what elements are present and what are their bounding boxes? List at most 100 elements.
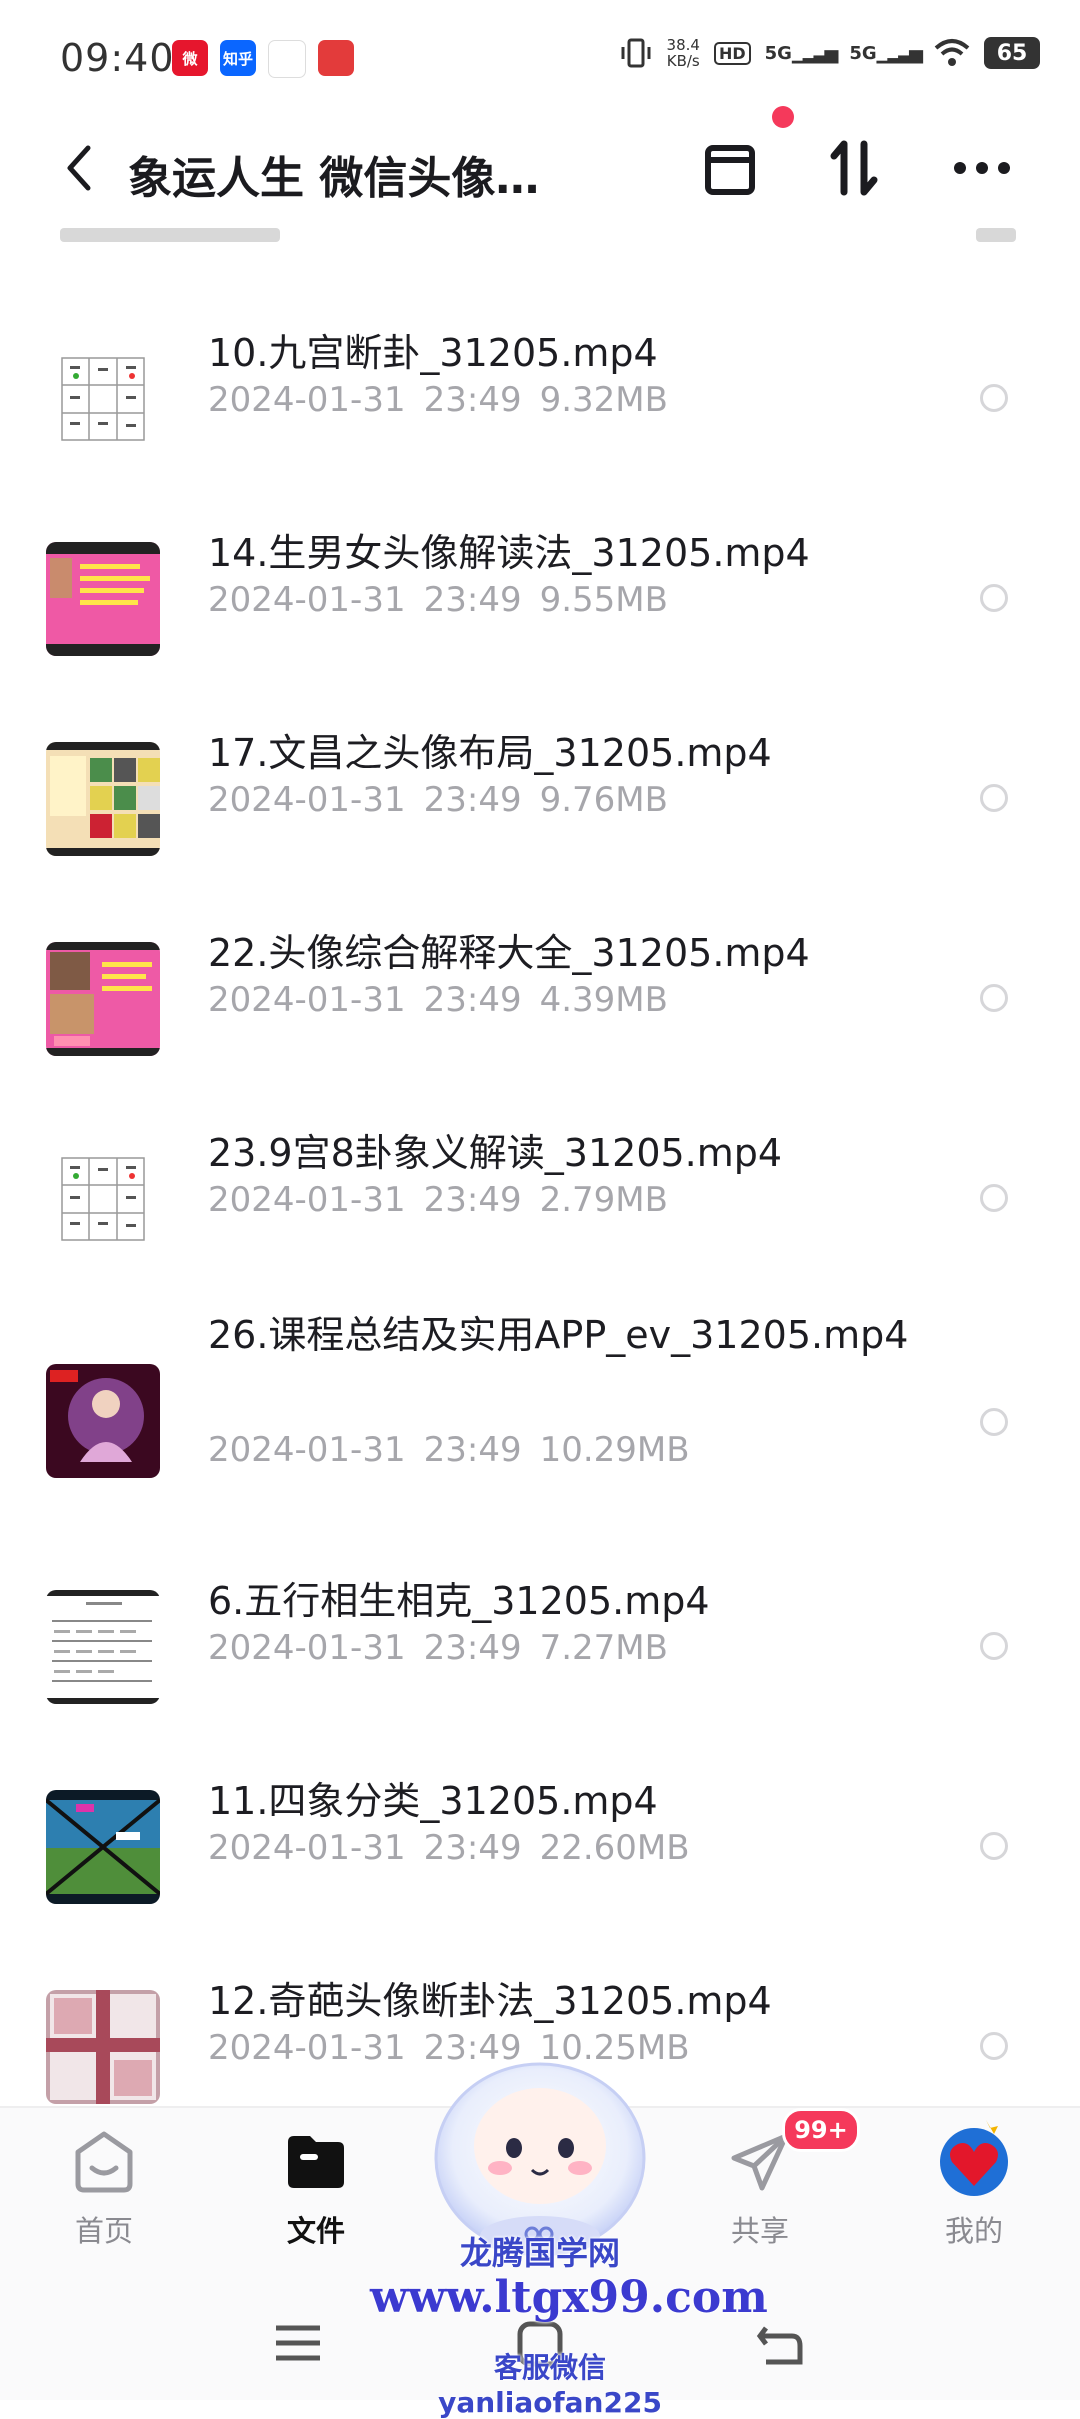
file-time: 23:49 — [423, 1430, 522, 1470]
notification-dot — [772, 106, 794, 128]
nav-profile[interactable]: 我的 — [894, 2108, 1054, 2288]
archive-icon[interactable] — [694, 132, 766, 204]
signal-5g-2-icon: 5G▁▂▃▅ — [849, 42, 923, 64]
file-date: 2024-01-31 — [208, 980, 406, 1020]
signal-5g-1-label: 5G — [764, 42, 792, 64]
file-date: 2024-01-31 — [208, 580, 406, 620]
watermark-url: www.ltgx99.com — [370, 2272, 768, 2323]
zhihu-icon: 知乎 — [220, 40, 256, 76]
back-icon[interactable] — [50, 138, 110, 198]
nav-files[interactable]: 文件 — [236, 2108, 396, 2288]
status-time: 09:40 — [60, 36, 175, 80]
file-date: 2024-01-31 — [208, 1430, 406, 1470]
video-thumbnail — [46, 542, 160, 656]
network-speed-value: 38.4 — [666, 36, 700, 54]
list-item[interactable]: 23.9宫8卦象义解读_31205.mp4 2024-01-31 23:49 2.79… — [0, 1100, 1080, 1300]
list-item[interactable]: 14.生男女头像解读法_31205.mp4 2024-01-31 23:49 9.55… — [0, 500, 1080, 700]
profile-icon — [940, 2120, 1008, 2196]
more-icon[interactable] — [946, 132, 1018, 204]
file-meta: 2024-01-31 23:49 7.27MB — [208, 1628, 668, 1668]
file-size: 9.76MB — [539, 780, 668, 820]
signal-5g-1-icon: 5G▁▂▃▅ — [764, 42, 839, 64]
back-button-icon[interactable] — [752, 2316, 808, 2370]
file-size: 9.55MB — [539, 580, 668, 620]
list-item[interactable]: 11.四象分类_31205.mp4 2024-01-31 23:49 22.60MB — [0, 1748, 1080, 1948]
file-name: 26.课程总结及实用APP_ev_31205.mp4 — [208, 1313, 909, 1357]
system-icons: 38.4 KB/s HD 5G▁▂▃▅ 5G▁▂▃▅ 65 — [619, 36, 1040, 70]
mascot-watermark — [434, 2062, 646, 2256]
list-item[interactable]: 26.课程总结及实用APP_ev_31205.mp4 2024-01-31 23:4… — [0, 1300, 1080, 1548]
file-time: 23:49 — [423, 1180, 522, 1220]
video-thumbnail — [46, 1590, 160, 1704]
nav-files-label: 文件 — [286, 2214, 345, 2248]
select-radio[interactable] — [980, 1632, 1008, 1660]
file-date: 2024-01-31 — [208, 780, 406, 820]
file-name: 23.9宫8卦象义解读_31205.mp4 — [208, 1131, 783, 1175]
video-thumbnail — [46, 342, 160, 456]
file-time: 23:49 — [423, 380, 522, 420]
hd-icon: HD — [713, 41, 751, 65]
file-time: 23:49 — [423, 1628, 522, 1668]
folder-icon — [288, 2136, 344, 2188]
file-date: 2024-01-31 — [208, 1628, 406, 1668]
file-time: 23:49 — [423, 780, 522, 820]
video-thumbnail — [46, 1142, 160, 1256]
select-radio[interactable] — [980, 1184, 1008, 1212]
file-date: 2024-01-31 — [208, 1180, 406, 1220]
nav-home-label: 首页 — [74, 2214, 133, 2248]
file-name: 12.奇葩头像断卦法_31205.mp4 — [208, 1979, 772, 2023]
list-item[interactable]: 6.五行相生相克_31205.mp4 2024-01-31 23:49 7.27MB — [0, 1548, 1080, 1748]
video-thumbnail — [46, 1990, 160, 2104]
file-time: 23:49 — [423, 580, 522, 620]
file-size: 7.27MB — [539, 1628, 668, 1668]
cut-off-row — [60, 228, 280, 242]
file-time: 23:49 — [423, 980, 522, 1020]
recent-apps-icon[interactable] — [270, 2318, 326, 2368]
file-name: 6.五行相生相克_31205.mp4 — [208, 1579, 710, 1623]
nav-home[interactable]: 首页 — [24, 2108, 184, 2288]
wifi-icon — [934, 39, 970, 66]
file-size: 10.29MB — [539, 1430, 690, 1470]
file-name: 10.九宫断卦_31205.mp4 — [208, 331, 658, 375]
select-radio[interactable] — [980, 584, 1008, 612]
file-name: 11.四象分类_31205.mp4 — [208, 1779, 658, 1823]
file-date: 2024-01-31 — [208, 2028, 406, 2068]
video-thumbnail — [46, 1790, 160, 1904]
sort-icon[interactable] — [818, 132, 890, 204]
weibo-icon: 微 — [172, 40, 208, 76]
cut-off-radio — [976, 228, 1016, 242]
file-meta: 2024-01-31 23:49 2.79MB — [208, 1180, 668, 1220]
list-item[interactable]: 22.头像综合解释大全_31205.mp4 2024-01-31 23:49 4.39… — [0, 900, 1080, 1100]
watermark-site-name: 龙腾国学网 — [459, 2234, 620, 2272]
file-size: 2.79MB — [539, 1180, 668, 1220]
video-thumbnail — [46, 942, 160, 1056]
vibrate-icon — [621, 38, 651, 68]
file-meta: 2024-01-31 23:49 9.32MB — [208, 380, 668, 420]
select-radio[interactable] — [980, 1408, 1008, 1436]
select-radio[interactable] — [980, 2032, 1008, 2060]
file-name: 22.头像综合解释大全_31205.mp4 — [208, 931, 810, 975]
list-item[interactable]: 17.文昌之头像布局_31205.mp4 2024-01-31 23:49 9.76M… — [0, 700, 1080, 900]
select-radio[interactable] — [980, 784, 1008, 812]
list-item[interactable]: 10.九宫断卦_31205.mp4 2024-01-31 23:49 9.32MB — [0, 300, 1080, 500]
file-date: 2024-01-31 — [208, 380, 406, 420]
file-time: 23:49 — [423, 1828, 522, 1868]
select-radio[interactable] — [980, 1832, 1008, 1860]
select-radio[interactable] — [980, 384, 1008, 412]
network-speed-unit: KB/s — [666, 52, 700, 70]
select-radio[interactable] — [980, 984, 1008, 1012]
video-thumbnail — [46, 742, 160, 856]
file-meta: 2024-01-31 23:49 9.76MB — [208, 780, 668, 820]
page-title: 象运人生 微信头像… — [128, 153, 540, 204]
file-size: 9.32MB — [539, 380, 668, 420]
file-name: 17.文昌之头像布局_31205.mp4 — [208, 731, 772, 775]
network-speed: 38.4 KB/s — [667, 37, 700, 69]
nav-profile-label: 我的 — [944, 2214, 1003, 2248]
status-bar: 09:40 微知乎 38.4 KB/s HD 5G▁▂▃▅ 5G▁▂▃▅ 65 — [0, 0, 1080, 118]
battery-icon: 65 — [984, 37, 1040, 69]
file-meta: 2024-01-31 23:49 10.29MB — [208, 1430, 690, 1470]
app-red-icon — [318, 40, 354, 76]
file-meta: 2024-01-31 23:49 9.55MB — [208, 580, 668, 620]
signal-5g-2-label: 5G — [849, 42, 877, 64]
watermark-contact: 客服微信 yanliaofan225 — [438, 2351, 662, 2419]
